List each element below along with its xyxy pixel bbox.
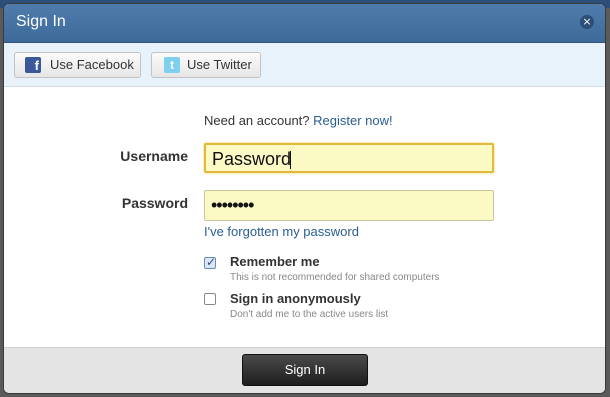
username-field[interactable]: Password — [204, 143, 494, 173]
sign-in-dialog: Sign In × f Use Facebook t Use Twitter N… — [4, 4, 605, 393]
close-icon[interactable]: × — [580, 15, 594, 29]
forgot-password-link[interactable]: I've forgotten my password — [204, 224, 359, 239]
password-label: Password — [121, 195, 188, 211]
remember-me-checkbox[interactable]: ✓ — [204, 255, 217, 269]
facebook-button-label: Use Facebook — [50, 57, 134, 72]
dialog-titlebar: Sign In × — [4, 4, 605, 43]
dialog-footer: Sign In — [4, 347, 605, 393]
twitter-button-label: Use Twitter — [187, 57, 252, 72]
sign-in-anonymously-label: Sign in anonymously — [230, 291, 361, 306]
facebook-icon: f — [25, 57, 41, 73]
text-caret — [290, 151, 291, 169]
sign-in-anonymously-checkbox[interactable] — [204, 293, 216, 305]
facebook-login-button[interactable]: f Use Facebook — [14, 52, 141, 78]
twitter-icon: t — [164, 57, 180, 73]
password-field[interactable]: •••••••• — [204, 190, 494, 221]
username-label: Username — [120, 148, 188, 164]
social-login-bar: f Use Facebook t Use Twitter — [4, 43, 605, 87]
remember-me-hint: This is not recommended for shared compu… — [230, 272, 440, 283]
remember-me-label: Remember me — [230, 254, 320, 269]
checkmark-icon: ✓ — [206, 255, 217, 269]
password-value: •••••••• — [211, 195, 254, 215]
need-account-prompt: Need an account? — [204, 113, 310, 128]
username-value: Password — [212, 149, 292, 169]
need-account-text: Need an account? Register now! — [204, 113, 393, 128]
twitter-login-button[interactable]: t Use Twitter — [151, 52, 261, 78]
sign-in-anonymously-hint: Don't add me to the active users list — [230, 309, 389, 320]
register-link[interactable]: Register now! — [313, 113, 392, 128]
dialog-title: Sign In — [16, 13, 66, 30]
sign-in-button[interactable]: Sign In — [242, 354, 368, 386]
